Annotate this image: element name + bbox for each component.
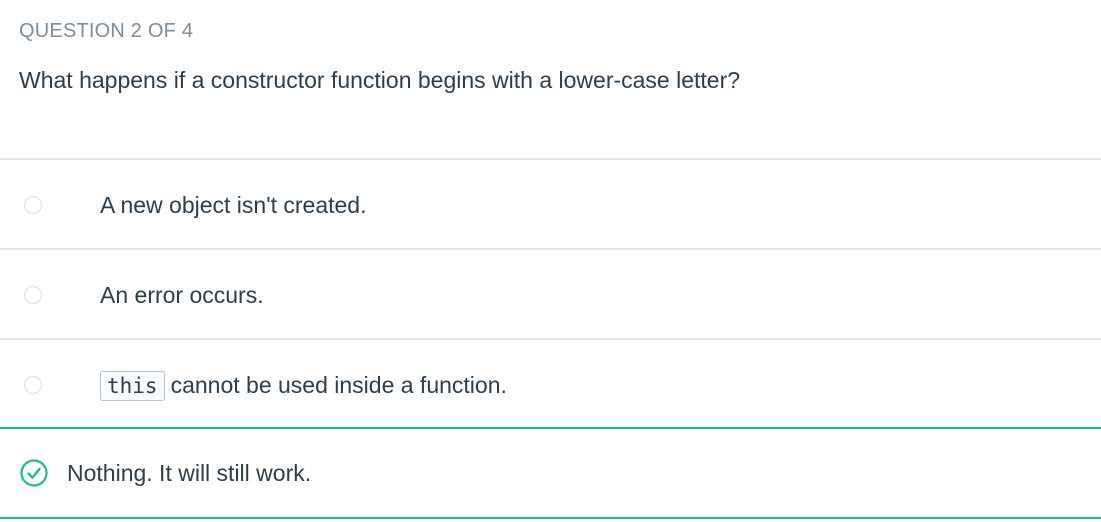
check-circle-icon — [20, 459, 48, 487]
answer-option-2[interactable]: An error occurs. — [0, 248, 1101, 338]
answer-options: A new object isn't created. An error occ… — [0, 158, 1101, 519]
question-text: What happens if a constructor function b… — [19, 67, 741, 93]
radio-circle-icon[interactable] — [24, 286, 42, 304]
inline-code: this — [100, 371, 165, 401]
answer-option-1[interactable]: A new object isn't created. — [0, 158, 1101, 248]
answer-label: An error occurs. — [100, 282, 264, 308]
radio-circle-icon[interactable] — [24, 196, 42, 214]
radio-circle-icon[interactable] — [24, 376, 42, 394]
answer-option-3[interactable]: this cannot be used inside a function. — [0, 338, 1101, 427]
question-counter: QUESTION 2 OF 4 — [19, 20, 194, 42]
answer-label: cannot be used inside a function. — [170, 372, 507, 398]
answer-label-with-code: this cannot be used inside a function. — [100, 371, 507, 401]
quiz-question: QUESTION 2 OF 4 What happens if a constr… — [0, 0, 1101, 522]
answer-label: Nothing. It will still work. — [67, 460, 312, 486]
answer-option-correct[interactable]: Nothing. It will still work. — [0, 427, 1101, 519]
answer-label: A new object isn't created. — [100, 192, 367, 218]
